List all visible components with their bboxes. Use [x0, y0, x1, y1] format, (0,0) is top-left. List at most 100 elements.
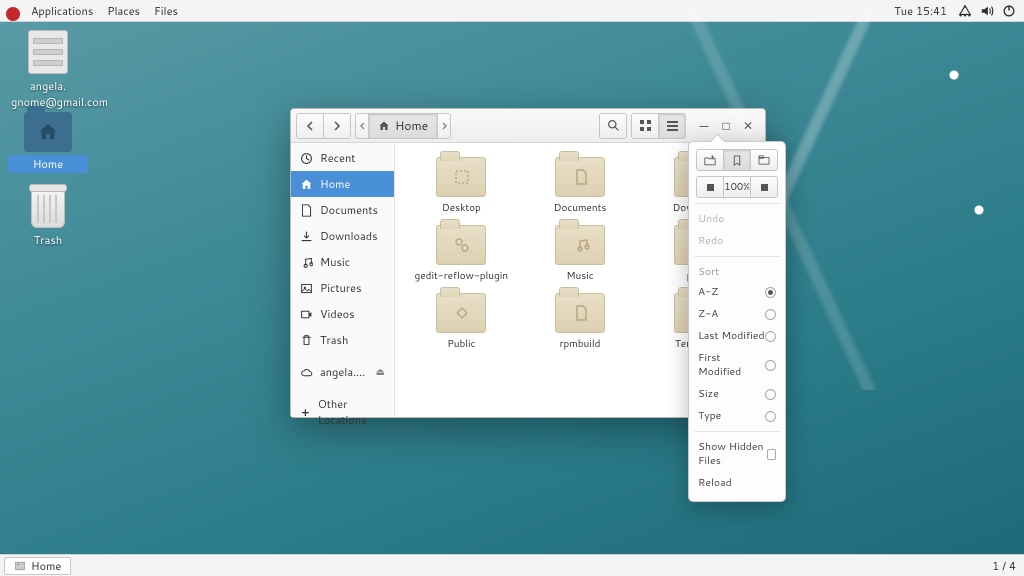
- power-icon[interactable]: [1001, 0, 1017, 22]
- zoom-level[interactable]: 100%: [723, 176, 751, 198]
- list-icon: [666, 119, 679, 132]
- file-item[interactable]: Documents: [522, 157, 639, 215]
- file-label: Desktop: [442, 201, 481, 215]
- menu-places[interactable]: Places: [100, 0, 147, 22]
- undo-item: Undo: [696, 208, 778, 230]
- desktop-icon-server[interactable]: angela. gnome@gmail.com: [8, 30, 88, 111]
- eject-icon[interactable]: ⏏: [376, 365, 385, 379]
- home-folder-icon: [24, 112, 72, 152]
- sort-option[interactable]: Z-A: [696, 303, 778, 325]
- file-item[interactable]: Music: [522, 225, 639, 283]
- sidebar-item-music[interactable]: Music: [291, 249, 394, 275]
- network-icon[interactable]: [957, 0, 973, 22]
- tab-icon: [758, 155, 770, 165]
- sidebar-item-videos[interactable]: Videos: [291, 301, 394, 327]
- sort-option[interactable]: First Modified: [696, 347, 778, 383]
- path-next-button[interactable]: [437, 113, 451, 139]
- file-label: Public: [447, 337, 475, 351]
- view-switcher: [631, 113, 686, 139]
- radio-icon: [765, 360, 776, 371]
- desktop-icon-trash[interactable]: Trash: [8, 188, 88, 249]
- sidebar-item-recent[interactable]: Recent: [291, 145, 394, 171]
- menu-applications[interactable]: Applications: [24, 0, 100, 22]
- checkbox-icon: [767, 449, 776, 460]
- volume-icon[interactable]: [979, 0, 995, 22]
- radio-icon: [765, 411, 776, 422]
- zoom-out-icon: [706, 183, 715, 192]
- fm-headerbar: Home ─ □ ✕: [291, 109, 765, 143]
- path-segment-home[interactable]: Home: [368, 113, 438, 139]
- view-icons-button[interactable]: [631, 113, 659, 139]
- radio-icon: [765, 331, 776, 342]
- home-icon: [300, 178, 313, 191]
- file-item[interactable]: Public: [403, 293, 520, 351]
- file-manager-window: Home ─ □ ✕ Recent Home Documents Downloa…: [290, 108, 766, 418]
- path-prev-button[interactable]: [355, 113, 369, 139]
- sidebar-item-home[interactable]: Home: [291, 171, 394, 197]
- sidebar-item-trash[interactable]: Trash: [291, 327, 394, 353]
- sidebar-item-account[interactable]: angela.gnome…⏏: [291, 359, 394, 385]
- taskbar-entry[interactable]: Home: [4, 557, 71, 575]
- close-button[interactable]: ✕: [742, 120, 754, 132]
- radio-icon: [765, 309, 776, 320]
- new-tab-button[interactable]: [750, 149, 778, 171]
- sort-option[interactable]: A-Z: [696, 281, 778, 303]
- folder-icon: [555, 293, 605, 333]
- download-icon: [300, 230, 313, 243]
- sort-option[interactable]: Last Modified: [696, 325, 778, 347]
- sidebar-item-downloads[interactable]: Downloads: [291, 223, 394, 249]
- nav-buttons: [296, 113, 351, 139]
- new-folder-icon: [704, 155, 716, 166]
- file-item[interactable]: Desktop: [403, 157, 520, 215]
- menu-files[interactable]: Files: [147, 0, 185, 22]
- back-button[interactable]: [296, 113, 324, 139]
- clock[interactable]: Tue 15:41: [887, 0, 954, 22]
- folder-icon: [436, 157, 486, 197]
- document-icon: [300, 204, 313, 217]
- minimize-button[interactable]: ─: [698, 120, 710, 132]
- sidebar-item-other-locations[interactable]: +Other Locations: [291, 391, 394, 433]
- trash-icon: [300, 334, 313, 347]
- bookmark-button[interactable]: [723, 149, 751, 171]
- clock-icon: [300, 152, 313, 165]
- radio-icon: [765, 287, 776, 298]
- pictures-icon: [300, 282, 313, 295]
- desktop: Applications Places Files Tue 15:41 ange…: [0, 0, 1024, 576]
- maximize-button[interactable]: □: [720, 120, 732, 132]
- folder-icon: [436, 293, 486, 333]
- zoom-out-button[interactable]: [696, 176, 724, 198]
- grid-icon: [639, 119, 652, 132]
- reload-item[interactable]: Reload: [696, 472, 778, 494]
- file-label: Music: [566, 269, 593, 283]
- new-folder-button[interactable]: [696, 149, 724, 171]
- sidebar-item-pictures[interactable]: Pictures: [291, 275, 394, 301]
- desktop-icon-home[interactable]: Home: [8, 112, 88, 173]
- show-hidden-toggle[interactable]: Show Hidden Files: [696, 436, 778, 472]
- window-controls: ─ □ ✕: [698, 120, 754, 132]
- top-panel: Applications Places Files Tue 15:41: [0, 0, 1024, 22]
- sort-heading: Sort: [696, 261, 778, 281]
- distro-logo-icon: [6, 7, 20, 21]
- sidebar-item-documents[interactable]: Documents: [291, 197, 394, 223]
- bottom-panel: Home 1 / 4: [0, 554, 1024, 576]
- view-list-button[interactable]: [658, 113, 686, 139]
- zoom-in-button[interactable]: [750, 176, 778, 198]
- files-app-icon: [14, 560, 26, 572]
- forward-button[interactable]: [323, 113, 351, 139]
- fm-sidebar: Recent Home Documents Downloads Music Pi…: [291, 143, 395, 417]
- file-item[interactable]: rpmbuild: [522, 293, 639, 351]
- search-button[interactable]: [599, 113, 627, 139]
- music-icon: [300, 256, 313, 269]
- file-label: Documents: [554, 201, 607, 215]
- file-label: gedit-reflow-plugin: [415, 269, 509, 283]
- workspace-indicator[interactable]: 1 / 4: [992, 558, 1016, 574]
- cloud-icon: [300, 366, 313, 379]
- file-item[interactable]: gedit-reflow-plugin: [403, 225, 520, 283]
- sort-option[interactable]: Type: [696, 405, 778, 427]
- videos-icon: [300, 308, 313, 321]
- sort-option[interactable]: Size: [696, 383, 778, 405]
- view-options-popover: 100% Undo Redo Sort A-ZZ-ALast ModifiedF…: [688, 141, 786, 502]
- search-icon: [607, 119, 620, 132]
- folder-icon: [555, 225, 605, 265]
- folder-icon: [436, 225, 486, 265]
